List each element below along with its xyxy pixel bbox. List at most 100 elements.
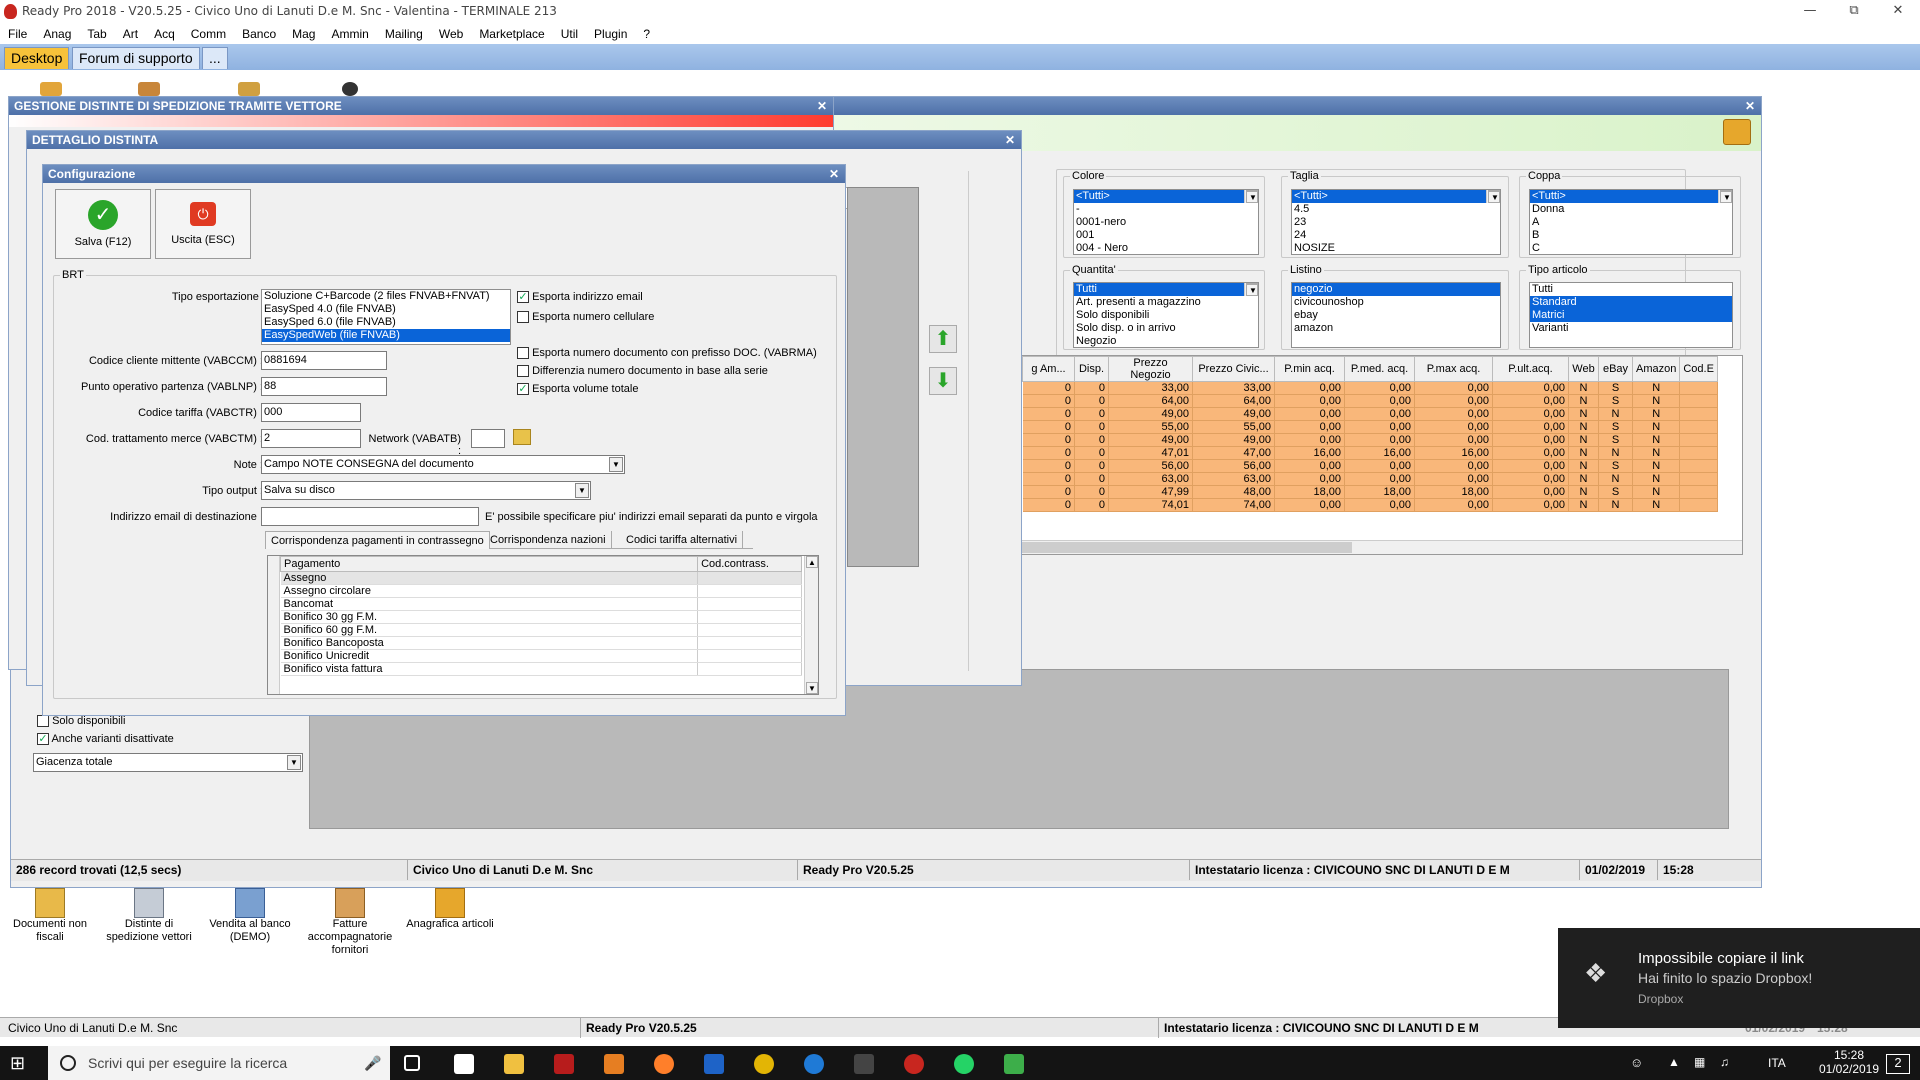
tab-more[interactable]: ... (202, 47, 228, 69)
table-cell[interactable]: 0,00 (1492, 433, 1569, 447)
app-icon[interactable] (854, 1054, 874, 1074)
network-icon[interactable]: ▦ (1694, 1055, 1705, 1069)
media-icon[interactable] (604, 1054, 624, 1074)
quantita-listbox[interactable]: Tutti Art. presenti a magazzino Solo dis… (1073, 282, 1259, 348)
desk-icon-anagrafica[interactable]: Anagrafica articoli (404, 888, 496, 931)
list-item[interactable]: Art. presenti a magazzino (1074, 296, 1258, 309)
table-row[interactable]: 0 0 64,00 64,00 0,00 0,00 0,00 0,00 N S N (1022, 394, 1718, 408)
win-dettaglio-close[interactable]: ✕ (1005, 131, 1015, 149)
col-header[interactable]: Web (1568, 356, 1599, 382)
col-header[interactable]: P.ult.acq. (1492, 356, 1569, 382)
table-cell[interactable]: Bonifico vista fattura (280, 662, 699, 676)
punto-operativo-input[interactable]: 88 (261, 377, 387, 396)
table-cell[interactable]: 16,00 (1274, 446, 1345, 460)
table-row[interactable]: 0 0 63,00 63,00 0,00 0,00 0,00 0,00 N N N (1022, 472, 1718, 486)
table-cell[interactable]: 0 (1074, 446, 1109, 460)
list-item[interactable]: Tutti (1074, 283, 1258, 296)
firefox-icon[interactable] (654, 1054, 674, 1074)
list-item[interactable]: - (1074, 203, 1258, 216)
table-cell[interactable]: 56,00 (1192, 459, 1275, 473)
menu-anag[interactable]: Anag (35, 24, 79, 44)
colore-listbox[interactable]: <Tutti> - 0001-nero 001 004 - Nero ▲▼ (1073, 189, 1259, 255)
tab-codici-tariffa[interactable]: Codici tariffa alternativi (621, 531, 744, 549)
tipo-output-select[interactable]: Salva su disco ▼ (261, 481, 591, 500)
taglia-listbox[interactable]: <Tutti> 4.5 23 24 NOSIZE ▲▼ (1291, 189, 1501, 255)
language-indicator[interactable]: ITA (1768, 1056, 1786, 1070)
table-cell[interactable]: N (1568, 472, 1599, 486)
list-item[interactable]: <Tutti> (1292, 190, 1500, 203)
scroll-down-icon[interactable]: ▼ (1488, 191, 1500, 203)
outlook-icon[interactable] (704, 1054, 724, 1074)
table-cell[interactable]: N (1632, 459, 1681, 473)
restore-button[interactable]: ⧉ (1832, 0, 1876, 22)
table-cell[interactable]: 49,00 (1108, 433, 1193, 447)
col-header[interactable]: g Am... (1022, 356, 1075, 382)
table-cell[interactable]: N (1632, 498, 1681, 512)
list-item[interactable]: A (1530, 216, 1732, 229)
menu-acq[interactable]: Acq (146, 24, 183, 44)
codice-cliente-input[interactable]: 0881694 (261, 351, 387, 370)
table-cell[interactable] (697, 623, 802, 637)
desk-icon-distinte[interactable]: Distinte di spedizione vettori (104, 888, 194, 944)
folder-icon[interactable] (513, 429, 531, 445)
scroll-down-icon[interactable]: ▼ (1246, 284, 1258, 296)
table-cell[interactable]: N (1632, 407, 1681, 421)
col-header[interactable]: Prezzo Negozio (1108, 356, 1193, 382)
scroll-down-icon[interactable]: ▼ (1720, 191, 1732, 203)
tab-desktop[interactable]: Desktop (4, 47, 70, 69)
table-cell[interactable]: 0,00 (1414, 472, 1493, 486)
table-cell[interactable]: 0 (1022, 446, 1075, 460)
list-item[interactable]: <Tutti> (1530, 190, 1732, 203)
table-cell[interactable] (1679, 394, 1718, 408)
volume-icon[interactable]: ♫ (1720, 1055, 1729, 1069)
readypro-icon[interactable] (904, 1054, 924, 1074)
list-item[interactable]: Donna (1530, 203, 1732, 216)
table-cell[interactable]: N (1568, 459, 1599, 473)
table-cell[interactable]: 0 (1074, 420, 1109, 434)
exit-button[interactable]: ⏻ Uscita (ESC) (155, 189, 251, 259)
list-item[interactable]: B (1530, 229, 1732, 242)
table-cell[interactable]: 0 (1074, 485, 1109, 499)
table-cell[interactable]: 0,00 (1414, 381, 1493, 395)
whatsapp-icon[interactable] (954, 1054, 974, 1074)
listino-listbox[interactable]: negozio civicounoshop ebay amazon (1291, 282, 1501, 348)
col-header[interactable]: Cod.E (1679, 356, 1718, 382)
table-cell[interactable]: 0,00 (1344, 420, 1415, 434)
table-cell[interactable]: 0,00 (1492, 446, 1569, 460)
desk-icon-documenti[interactable]: Documenti non fiscali (6, 888, 94, 944)
list-item[interactable]: civicounoshop (1292, 296, 1500, 309)
table-cell[interactable]: 0,00 (1344, 407, 1415, 421)
filezilla-icon[interactable] (554, 1054, 574, 1074)
table-cell[interactable]: 16,00 (1344, 446, 1415, 460)
menu-mailing[interactable]: Mailing (377, 24, 431, 44)
table-row[interactable]: 0 0 74,01 74,00 0,00 0,00 0,00 0,00 N N N (1022, 498, 1718, 512)
table-cell[interactable] (1679, 420, 1718, 434)
table-cell[interactable]: N (1598, 472, 1633, 486)
list-item[interactable]: 004 - Nero (1074, 242, 1258, 254)
close-button[interactable]: ✕ (1876, 0, 1920, 22)
table-cell[interactable]: Bonifico 60 gg F.M. (280, 623, 699, 637)
table-cell[interactable]: 0,00 (1492, 420, 1569, 434)
table-cell[interactable]: 74,01 (1108, 498, 1193, 512)
table-cell[interactable] (697, 636, 802, 650)
list-item[interactable]: 0001-nero (1074, 216, 1258, 229)
table-cell[interactable] (697, 584, 802, 598)
table-cell[interactable]: 0,00 (1274, 407, 1345, 421)
table-row[interactable]: 0 0 49,00 49,00 0,00 0,00 0,00 0,00 N N N (1022, 407, 1718, 421)
table-cell[interactable]: 63,00 (1108, 472, 1193, 486)
col-header[interactable]: Amazon (1631, 356, 1681, 382)
table-cell[interactable]: N (1632, 394, 1681, 408)
menu-marketplace[interactable]: Marketplace (471, 24, 552, 44)
table-cell[interactable]: 56,00 (1108, 459, 1193, 473)
menu-web[interactable]: Web (431, 24, 471, 44)
table-cell[interactable]: 0,00 (1274, 420, 1345, 434)
config-close[interactable]: ✕ (829, 165, 839, 183)
scroll-down-icon[interactable]: ▼ (806, 682, 818, 694)
table-cell[interactable]: 0 (1022, 485, 1075, 499)
table-cell[interactable]: 0,00 (1414, 394, 1493, 408)
table-cell[interactable]: N (1632, 485, 1681, 499)
table-cell[interactable]: 0,00 (1414, 498, 1493, 512)
indirizzo-email-input[interactable] (261, 507, 479, 526)
list-item[interactable]: Tutti (1530, 283, 1732, 296)
table-cell[interactable]: 0 (1074, 459, 1109, 473)
